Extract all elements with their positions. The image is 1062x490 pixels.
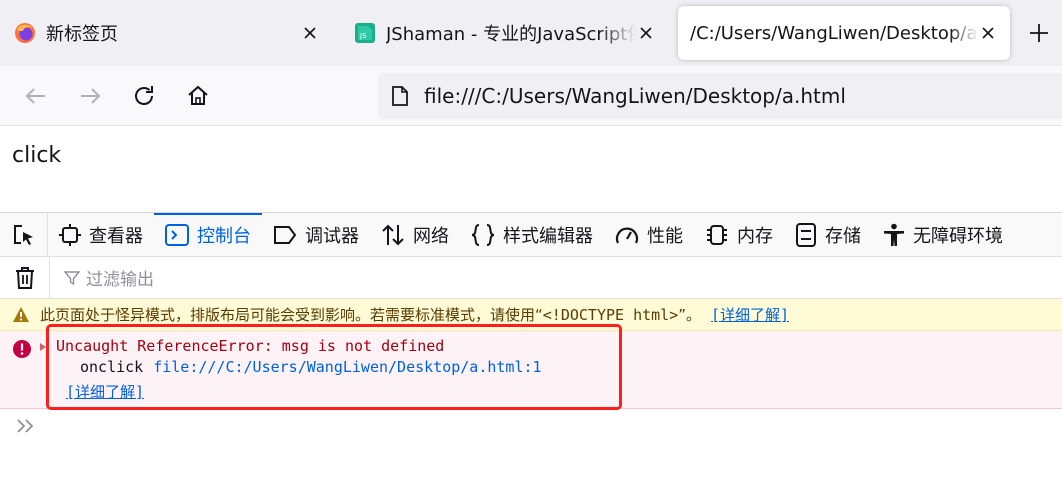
forward-arrow-icon[interactable] xyxy=(76,82,104,110)
style-editor-icon xyxy=(471,223,495,246)
performance-icon xyxy=(615,227,639,243)
tab-new-tab[interactable]: 新标签页 xyxy=(0,6,332,60)
storage-icon xyxy=(796,222,816,247)
element-picker-button[interactable] xyxy=(0,212,48,257)
tab-label: 内存 xyxy=(737,225,773,247)
url-text: file:///C:/Users/WangLiwen/Desktop/a.htm… xyxy=(424,84,846,108)
navigation-toolbar: file:///C:/Users/WangLiwen/Desktop/a.htm… xyxy=(0,66,1062,126)
close-tab-icon[interactable] xyxy=(978,23,998,43)
tab-label: 调试器 xyxy=(305,225,359,247)
tab-memory[interactable]: 内存 xyxy=(694,213,784,257)
tab-title: /C:/Users/WangLiwen/Desktop/a xyxy=(690,22,978,44)
tab-label: 控制台 xyxy=(197,225,251,247)
tab-label: 无障碍环境 xyxy=(913,225,1003,247)
tab-label: 存储 xyxy=(825,225,861,247)
devtools-toolbar: 查看器 控制台 调试器 网络 样式编辑器 性能 内存 存储 无障碍环境 xyxy=(0,212,1062,257)
tab-jshaman[interactable]: JS JShaman - 专业的JavaScript保 xyxy=(340,6,668,60)
warning-doctype: <!DOCTYPE html> xyxy=(542,306,679,324)
debugger-icon xyxy=(274,225,297,244)
svg-text:JS: JS xyxy=(359,32,367,40)
accessibility-icon xyxy=(884,223,904,246)
click-text[interactable]: click xyxy=(12,143,61,168)
memory-icon xyxy=(707,224,727,245)
reload-icon[interactable] xyxy=(130,82,158,110)
error-icon xyxy=(13,340,31,358)
tab-storage[interactable]: 存储 xyxy=(784,213,872,257)
warning-text-after: ”。 xyxy=(678,306,702,324)
tab-console[interactable]: 控制台 xyxy=(154,212,262,257)
tab-title: JShaman - 专业的JavaScript保 xyxy=(386,24,636,45)
warning-text: 此页面处于怪异模式，排版布局可能会受到影响。若需要标准模式，请使用“<!DOCT… xyxy=(40,304,701,325)
warning-text-before: 此页面处于怪异模式，排版布局可能会受到影响。若需要标准模式，请使用“ xyxy=(40,306,543,324)
filter-funnel-icon xyxy=(64,270,80,285)
inspector-icon xyxy=(59,223,81,246)
tab-label: 查看器 xyxy=(89,225,143,247)
tab-active-file[interactable]: /C:/Users/WangLiwen/Desktop/a xyxy=(678,6,1010,60)
tab-label: 网络 xyxy=(413,225,449,247)
devtools-panel: 查看器 控制台 调试器 网络 样式编辑器 性能 内存 存储 无障碍环境 过滤输出… xyxy=(0,212,1062,490)
firefox-icon xyxy=(15,23,35,43)
network-icon xyxy=(382,224,404,245)
page-content: click xyxy=(0,127,1062,212)
tab-label: 样式编辑器 xyxy=(503,225,593,247)
filter-output-input[interactable]: 过滤输出 xyxy=(64,265,154,290)
red-highlight-box xyxy=(46,324,622,410)
tab-title: 新标签页 xyxy=(46,24,118,45)
tab-label: 性能 xyxy=(647,225,683,247)
tab-style-editor[interactable]: 样式编辑器 xyxy=(460,213,604,257)
page-document-icon xyxy=(392,86,408,106)
tab-strip: 新标签页 JS JShaman - 专业的JavaScript保 /C:/Use… xyxy=(0,0,1062,66)
console-icon xyxy=(165,223,189,246)
tab-debugger[interactable]: 调试器 xyxy=(262,213,370,257)
new-tab-plus-icon[interactable] xyxy=(1026,20,1052,46)
warning-icon xyxy=(13,307,29,322)
tab-inspector[interactable]: 查看器 xyxy=(48,213,154,257)
trash-icon xyxy=(15,266,34,289)
jshaman-js-icon: JS xyxy=(355,23,375,43)
console-input-prompt-icon[interactable] xyxy=(16,417,36,435)
warning-learn-more-link[interactable]: [详细了解] xyxy=(711,304,789,325)
close-tab-icon[interactable] xyxy=(300,23,320,43)
back-arrow-icon[interactable] xyxy=(22,82,50,110)
url-bar[interactable]: file:///C:/Users/WangLiwen/Desktop/a.htm… xyxy=(378,73,1062,119)
element-picker-icon xyxy=(13,224,33,245)
tab-network[interactable]: 网络 xyxy=(370,213,460,257)
close-tab-icon[interactable] xyxy=(636,23,656,43)
tab-performance[interactable]: 性能 xyxy=(604,213,694,257)
home-icon[interactable] xyxy=(184,82,212,110)
filter-placeholder: 过滤输出 xyxy=(86,270,154,290)
clear-console-button[interactable] xyxy=(0,256,50,299)
console-filter-bar: 过滤输出 xyxy=(0,256,1062,299)
tab-accessibility[interactable]: 无障碍环境 xyxy=(872,213,1014,257)
